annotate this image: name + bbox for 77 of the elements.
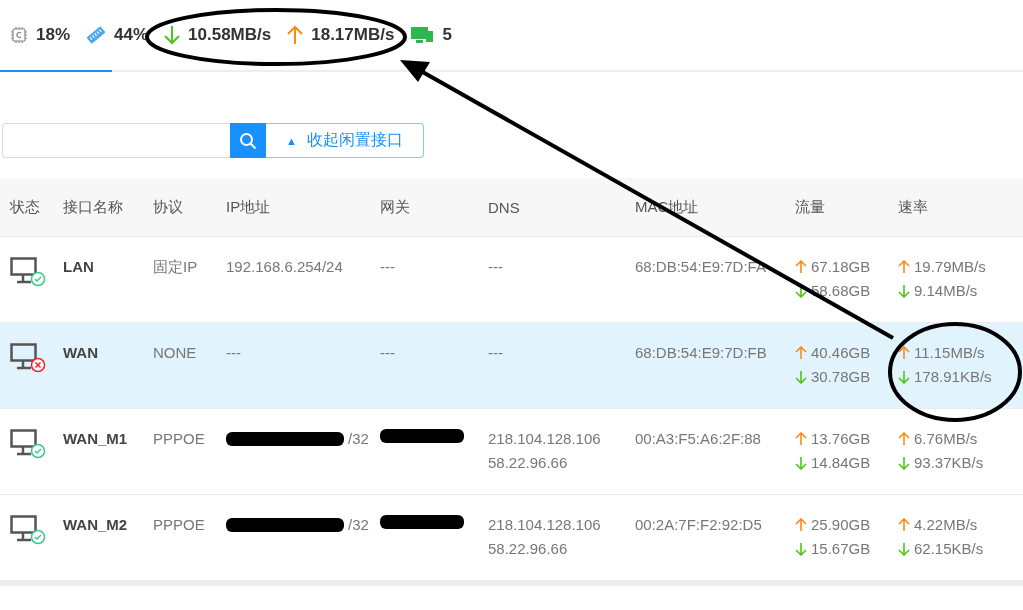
up-arrow-icon xyxy=(898,345,910,360)
table-cell: WAN_M2 xyxy=(63,515,128,534)
down-arrow-icon xyxy=(795,369,807,384)
table-cell: 62.15KB/s xyxy=(914,539,984,558)
table-cell: 58.68GB xyxy=(811,281,871,300)
up-arrow-icon xyxy=(898,259,910,274)
table-cell: LAN xyxy=(63,257,94,276)
down-arrow-icon xyxy=(898,541,910,556)
up-arrow-icon xyxy=(795,345,807,360)
column-header: 接口名称 xyxy=(62,197,124,217)
column-header: IP地址 xyxy=(225,197,272,217)
table-cell: --- xyxy=(488,343,503,362)
table-cell: /32 xyxy=(348,429,369,448)
table-cell: 13.76GB xyxy=(811,429,871,448)
table-cell: 4.22MB/s xyxy=(914,515,978,534)
down-arrow-icon xyxy=(164,25,181,45)
table-cell: 40.46GB xyxy=(811,343,871,362)
down-arrow-icon xyxy=(795,455,807,470)
down-arrow-icon xyxy=(795,541,807,556)
table-cell: 00:A3:F5:A6:2F:88 xyxy=(635,429,761,448)
down-arrow-icon xyxy=(898,283,910,298)
table-cell: 14.84GB xyxy=(811,453,871,472)
table-cell: PPPOE xyxy=(153,429,205,448)
search-field[interactable] xyxy=(2,123,230,158)
table-cell: 58.22.96.66 xyxy=(488,453,568,472)
table-row[interactable]: WAN NONE --- --- --- 68:DB:54:E9:7D:FB 40.46GB 30.78GB 11.15MB/s 178.91KB/s xyxy=(0,323,1023,409)
table-cell: 25.90GB xyxy=(811,515,871,534)
search-icon xyxy=(239,131,257,150)
table-cell: --- xyxy=(226,343,241,362)
chip-icon xyxy=(10,26,28,44)
table-cell: 30.78GB xyxy=(811,367,871,386)
column-header: 速率 xyxy=(897,197,929,217)
table-cell: 192.168.6.254/24 xyxy=(226,257,343,276)
up-arrow-icon xyxy=(898,517,910,532)
table-cell: /32 xyxy=(348,515,369,534)
table-cell: 218.104.128.106 xyxy=(488,515,601,534)
search-button[interactable] xyxy=(230,123,266,158)
status-value: 44% xyxy=(114,25,149,45)
table-cell: 178.91KB/s xyxy=(914,367,992,386)
up-arrow-icon xyxy=(795,431,807,446)
table-cell: 15.67GB xyxy=(811,539,871,558)
table-cell: 9.14MB/s xyxy=(914,281,978,300)
table-cell: 00:2A:7F:F2:92:D5 xyxy=(635,515,762,534)
table-cell: 6.76MB/s xyxy=(914,429,978,448)
down-arrow-icon xyxy=(898,369,910,384)
table-cell: --- xyxy=(380,257,395,276)
table-cell: WAN xyxy=(63,343,98,362)
column-header: 状态 xyxy=(9,197,41,217)
triangle-icon: ▲ xyxy=(286,134,297,147)
table-cell: 93.37KB/s xyxy=(914,453,984,472)
column-header: 协议 xyxy=(152,197,184,217)
status-value: 18.17MB/s xyxy=(311,25,395,45)
column-header: 流量 xyxy=(794,197,826,217)
table-cell: WAN_M1 xyxy=(63,429,128,448)
column-header: 网关 xyxy=(379,197,411,217)
table-cell: 68:DB:54:E9:7D:FB xyxy=(635,343,767,362)
table-cell: NONE xyxy=(153,343,197,362)
table-cell: 固定IP xyxy=(153,257,198,276)
table-cell: 218.104.128.106 xyxy=(488,429,601,448)
up-arrow-icon xyxy=(287,25,304,45)
table-cell: 19.79MB/s xyxy=(914,257,986,276)
status-value: 18% xyxy=(36,25,71,45)
table-cell: 58.22.96.66 xyxy=(488,539,568,558)
monitor-icon xyxy=(410,25,435,45)
table-cell: PPPOE xyxy=(153,515,205,534)
table-cell: 68:DB:54:E9:7D:FA xyxy=(635,257,766,276)
down-arrow-icon xyxy=(898,455,910,470)
status-value: 5 xyxy=(442,25,452,45)
table-cell: --- xyxy=(488,257,503,276)
up-arrow-icon xyxy=(898,431,910,446)
table-cell: 67.18GB xyxy=(811,257,871,276)
status-value: 10.58MB/s xyxy=(188,25,272,45)
table-cell: --- xyxy=(380,343,395,362)
column-header: DNS xyxy=(487,198,521,216)
table-cell: 11.15MB/s xyxy=(914,343,985,362)
up-arrow-icon xyxy=(795,259,807,274)
up-arrow-icon xyxy=(795,517,807,532)
